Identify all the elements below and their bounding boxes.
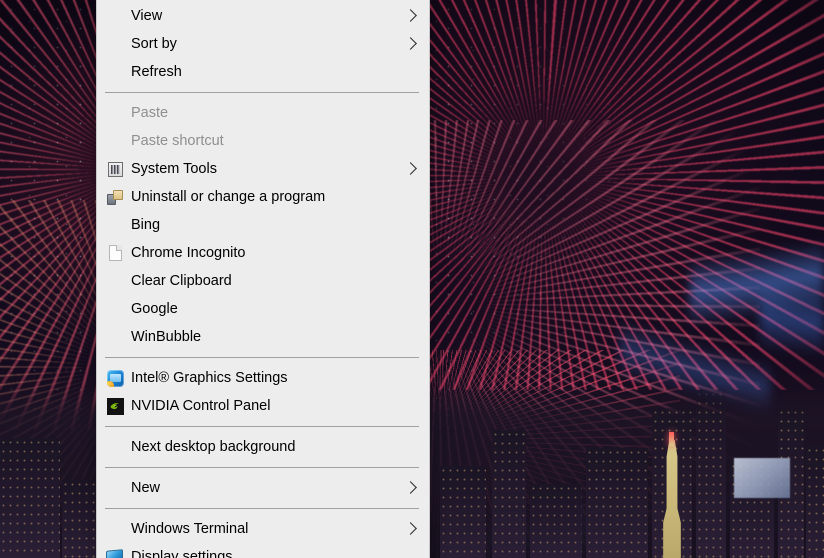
intel-icon <box>105 368 125 388</box>
menu-item-refresh[interactable]: Refresh <box>97 58 429 86</box>
chevron-right-icon <box>403 161 419 177</box>
desktop-context-menu[interactable]: View Sort by Refresh Paste Paste shortcut Sys… <box>96 0 430 558</box>
menu-item-label: NVIDIA Control Panel <box>131 398 271 414</box>
menu-item-sort-by[interactable]: Sort by <box>97 30 429 58</box>
menu-item-icon-placeholder <box>105 437 125 457</box>
menu-item-new[interactable]: New <box>97 474 429 502</box>
menu-item-clear-clipboard[interactable]: Clear Clipboard <box>97 267 429 295</box>
menu-item-icon-placeholder <box>105 519 125 539</box>
building <box>492 430 526 558</box>
building <box>586 448 648 558</box>
display-icon <box>105 547 125 558</box>
chevron-right-icon <box>403 521 419 537</box>
menu-item-label: Google <box>131 301 178 317</box>
document-icon <box>105 243 125 263</box>
system-tools-icon <box>105 159 125 179</box>
menu-item-bing[interactable]: Bing <box>97 211 429 239</box>
menu-item-chrome-incognito[interactable]: Chrome Incognito <box>97 239 429 267</box>
nvidia-icon <box>105 396 125 416</box>
chevron-right-icon <box>403 36 419 52</box>
menu-item-paste-shortcut: Paste shortcut <box>97 127 429 155</box>
menu-item-uninstall-or-change-a-program[interactable]: Uninstall or change a program <box>97 183 429 211</box>
menu-item-display-settings[interactable]: Display settings <box>97 543 429 558</box>
building <box>440 466 486 558</box>
menu-item-icon-placeholder <box>105 215 125 235</box>
menu-item-windows-terminal[interactable]: Windows Terminal <box>97 515 429 543</box>
building <box>806 446 824 558</box>
menu-item-label: Next desktop background <box>131 439 296 455</box>
menu-item-label: Display settings <box>131 549 233 558</box>
menu-item-label: Paste <box>131 105 169 121</box>
billboard-screen <box>734 458 790 498</box>
menu-item-icon-placeholder <box>105 6 125 26</box>
menu-item-label: Clear Clipboard <box>131 273 232 289</box>
menu-item-icon-placeholder <box>105 34 125 54</box>
menu-item-paste: Paste <box>97 99 429 127</box>
chevron-right-icon <box>403 480 419 496</box>
menu-item-label: Chrome Incognito <box>131 245 246 261</box>
menu-item-label: Paste shortcut <box>131 133 224 149</box>
desktop[interactable]: View Sort by Refresh Paste Paste shortcut Sys… <box>0 0 824 558</box>
menu-item-label: Sort by <box>131 36 177 52</box>
menu-item-label: WinBubble <box>131 329 202 345</box>
menu-item-intel-graphics-settings[interactable]: Intel® Graphics Settings <box>97 364 429 392</box>
building <box>696 390 726 558</box>
menu-separator <box>105 467 419 468</box>
menu-item-label: Windows Terminal <box>131 521 249 537</box>
menu-item-label: New <box>131 480 161 496</box>
building <box>0 438 60 558</box>
uninstall-icon <box>105 187 125 207</box>
menu-item-next-desktop-background[interactable]: Next desktop background <box>97 433 429 461</box>
chevron-right-icon <box>403 8 419 24</box>
menu-item-icon-placeholder <box>105 299 125 319</box>
menu-item-label: Uninstall or change a program <box>131 189 326 205</box>
menu-item-icon-placeholder <box>105 478 125 498</box>
menu-item-label: Intel® Graphics Settings <box>131 370 288 386</box>
building <box>530 484 582 558</box>
menu-item-label: System Tools <box>131 161 217 177</box>
menu-item-icon-placeholder <box>105 327 125 347</box>
menu-item-winbubble[interactable]: WinBubble <box>97 323 429 351</box>
menu-item-view[interactable]: View <box>97 2 429 30</box>
menu-item-icon-placeholder <box>105 103 125 123</box>
tower-beacon-light <box>669 432 674 446</box>
menu-item-google[interactable]: Google <box>97 295 429 323</box>
menu-item-icon-placeholder <box>105 62 125 82</box>
menu-separator <box>105 508 419 509</box>
menu-item-icon-placeholder <box>105 131 125 151</box>
menu-item-label: View <box>131 8 163 24</box>
menu-item-icon-placeholder <box>105 271 125 291</box>
menu-separator <box>105 357 419 358</box>
menu-separator <box>105 426 419 427</box>
menu-separator <box>105 92 419 93</box>
menu-item-label: Bing <box>131 217 161 233</box>
menu-item-system-tools[interactable]: System Tools <box>97 155 429 183</box>
menu-item-label: Refresh <box>131 64 182 80</box>
menu-item-nvidia-control-panel[interactable]: NVIDIA Control Panel <box>97 392 429 420</box>
